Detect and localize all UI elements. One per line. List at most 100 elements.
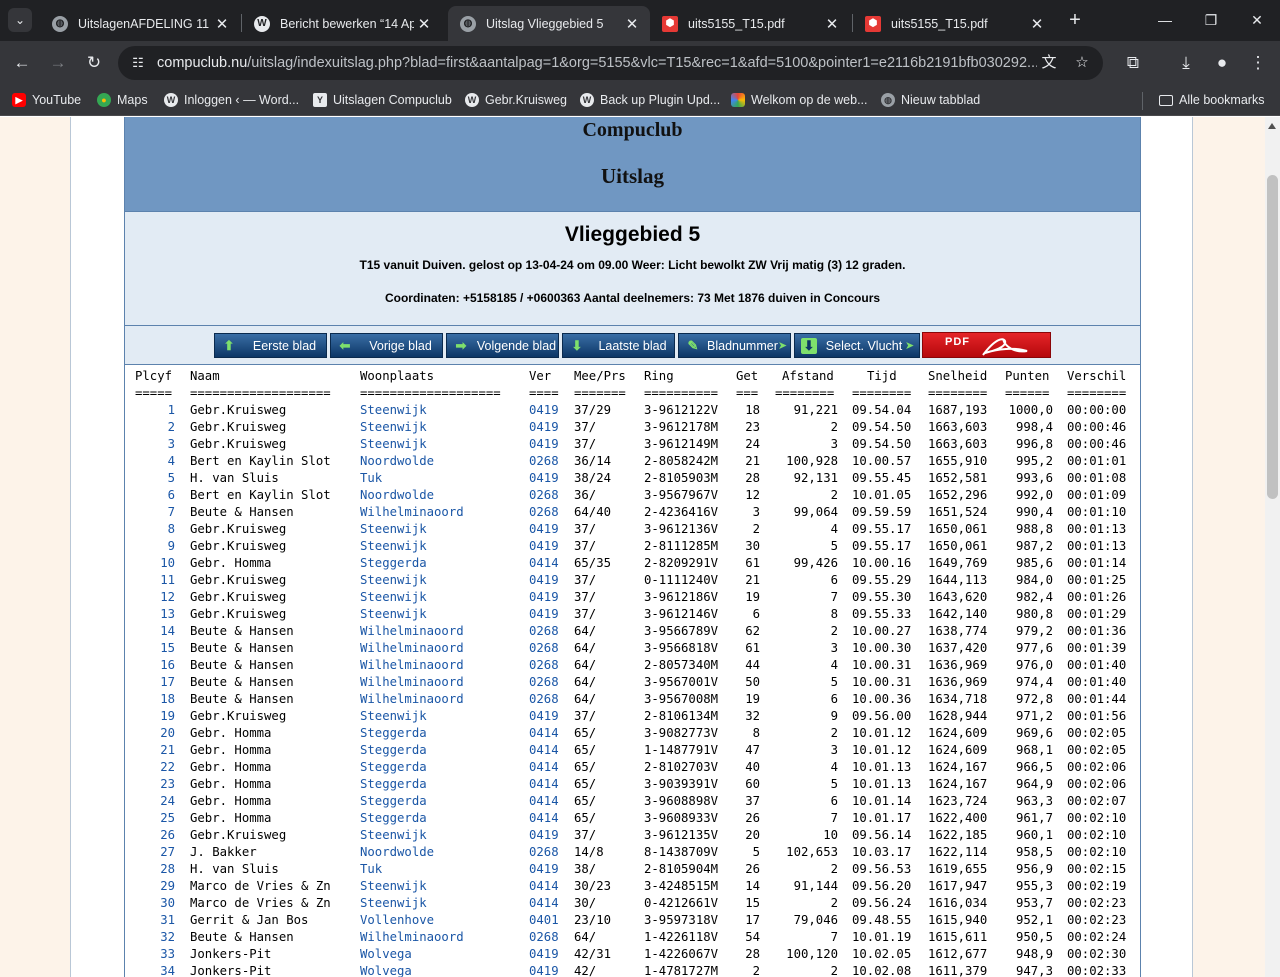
close-window-button[interactable]: ✕	[1245, 8, 1269, 32]
cell-woonplaats[interactable]: Steenwijk	[360, 827, 427, 844]
bookmark-inloggen[interactable]: W Inloggen ‹ — Word...	[164, 91, 299, 109]
bookmark-maps[interactable]: ● Maps	[97, 91, 148, 109]
close-icon[interactable]: ✕	[212, 15, 232, 33]
cell-vereniging[interactable]: 0419	[529, 521, 559, 538]
scroll-up-arrow-icon[interactable]	[1268, 123, 1276, 129]
bookmark-youtube[interactable]: ▶ YouTube	[12, 91, 81, 109]
cell-woonplaats[interactable]: Steggerda	[360, 725, 427, 742]
site-info-icon[interactable]: ☷	[130, 55, 146, 71]
cell-vereniging[interactable]: 0414	[529, 555, 559, 572]
close-icon[interactable]: ✕	[1027, 15, 1047, 33]
cell-vereniging[interactable]: 0268	[529, 657, 559, 674]
prev-page-button[interactable]: ⬅ Vorige blad	[330, 333, 443, 358]
cell-vereniging[interactable]: 0268	[529, 674, 559, 691]
cell-woonplaats[interactable]: Steenwijk	[360, 402, 427, 419]
select-flight-button[interactable]: ⬇ Select. Vlucht ➤	[794, 333, 920, 358]
cell-woonplaats[interactable]: Wilhelminaoord	[360, 640, 464, 657]
cell-woonplaats[interactable]: Tuk	[360, 861, 382, 878]
cell-vereniging[interactable]: 0419	[529, 606, 559, 623]
cell-vereniging[interactable]: 0268	[529, 844, 559, 861]
cell-woonplaats[interactable]: Wolvega	[360, 963, 412, 977]
downloads-button[interactable]: ⤓	[1174, 51, 1198, 75]
cell-vereniging[interactable]: 0419	[529, 436, 559, 453]
cell-woonplaats[interactable]: Steenwijk	[360, 708, 427, 725]
cell-vereniging[interactable]: 0419	[529, 470, 559, 487]
cell-woonplaats[interactable]: Steenwijk	[360, 572, 427, 589]
cell-woonplaats[interactable]: Wilhelminaoord	[360, 657, 464, 674]
cell-vereniging[interactable]: 0419	[529, 402, 559, 419]
cell-woonplaats[interactable]: Wilhelminaoord	[360, 674, 464, 691]
tab-uitslag-vlieggebied[interactable]: ◍ Uitslag Vlieggebied 5 ✕	[448, 6, 650, 41]
cell-vereniging[interactable]: 0414	[529, 742, 559, 759]
last-page-button[interactable]: ⬇ Laatste blad	[562, 333, 675, 358]
cell-woonplaats[interactable]: Steenwijk	[360, 538, 427, 555]
back-button[interactable]: ←	[10, 51, 34, 75]
cell-woonplaats[interactable]: Steggerda	[360, 776, 427, 793]
close-icon[interactable]: ✕	[414, 15, 434, 33]
cell-woonplaats[interactable]: Steenwijk	[360, 878, 427, 895]
vertical-scrollbar[interactable]	[1265, 117, 1280, 977]
tab-search-button[interactable]: ⌄	[8, 8, 32, 32]
tab-pdf-1[interactable]: ⬢ uits5155_T15.pdf ✕	[650, 6, 850, 41]
scrollbar-thumb[interactable]	[1267, 175, 1278, 499]
cell-woonplaats[interactable]: Steggerda	[360, 555, 427, 572]
cell-woonplaats[interactable]: Wilhelminaoord	[360, 623, 464, 640]
cell-vereniging[interactable]: 0414	[529, 895, 559, 912]
cell-woonplaats[interactable]: Noordwolde	[360, 453, 434, 470]
cell-woonplaats[interactable]: Steenwijk	[360, 895, 427, 912]
bookmark-backup-plugin[interactable]: W Back up Plugin Upd...	[580, 91, 720, 109]
cell-vereniging[interactable]: 0414	[529, 776, 559, 793]
translate-icon[interactable]: ⽂	[1040, 54, 1058, 72]
cell-vereniging[interactable]: 0419	[529, 963, 559, 977]
cell-vereniging[interactable]: 0419	[529, 589, 559, 606]
first-page-button[interactable]: ⬆ Eerste blad	[214, 333, 327, 358]
cell-vereniging[interactable]: 0419	[529, 538, 559, 555]
cell-vereniging[interactable]: 0419	[529, 946, 559, 963]
url-text[interactable]: compuclub.nu/uitslag/indexuitslag.php?bl…	[157, 55, 1037, 71]
menu-button[interactable]: ⋮	[1246, 51, 1270, 75]
cell-vereniging[interactable]: 0268	[529, 691, 559, 708]
tab-uitslagen-afdeling[interactable]: ◍ UitslagenAFDELING 11 ✕	[40, 6, 240, 41]
cell-woonplaats[interactable]: Steenwijk	[360, 436, 427, 453]
cell-woonplaats[interactable]: Wilhelminaoord	[360, 691, 464, 708]
cell-vereniging[interactable]: 0414	[529, 725, 559, 742]
bookmark-gebr-kruisweg[interactable]: W Gebr.Kruisweg	[465, 91, 567, 109]
profile-button[interactable]: ●	[1210, 51, 1234, 75]
cell-vereniging[interactable]: 0268	[529, 623, 559, 640]
next-page-button[interactable]: ➡ Volgende blad	[446, 333, 559, 358]
cell-woonplaats[interactable]: Steenwijk	[360, 606, 427, 623]
cell-woonplaats[interactable]: Steggerda	[360, 759, 427, 776]
cell-woonplaats[interactable]: Steggerda	[360, 793, 427, 810]
close-icon[interactable]: ✕	[822, 15, 842, 33]
new-tab-button[interactable]: +	[1065, 10, 1085, 30]
cell-vereniging[interactable]: 0419	[529, 708, 559, 725]
cell-vereniging[interactable]: 0401	[529, 912, 559, 929]
address-bar[interactable]: ☷ compuclub.nu/uitslag/indexuitslag.php?…	[118, 46, 1103, 80]
cell-woonplaats[interactable]: Steggerda	[360, 742, 427, 759]
reload-button[interactable]: ↻	[82, 51, 106, 75]
all-bookmarks-button[interactable]: Alle bookmarks	[1159, 91, 1264, 109]
cell-woonplaats[interactable]: Steenwijk	[360, 419, 427, 436]
bookmark-nieuw-tabblad[interactable]: ◍ Nieuw tabblad	[881, 91, 980, 109]
cell-woonplaats[interactable]: Noordwolde	[360, 844, 434, 861]
close-icon[interactable]: ✕	[622, 15, 642, 33]
cell-vereniging[interactable]: 0268	[529, 487, 559, 504]
forward-button[interactable]: →	[46, 51, 70, 75]
cell-vereniging[interactable]: 0268	[529, 929, 559, 946]
cell-vereniging[interactable]: 0414	[529, 878, 559, 895]
cell-vereniging[interactable]: 0419	[529, 827, 559, 844]
cell-vereniging[interactable]: 0268	[529, 504, 559, 521]
cell-woonplaats[interactable]: Wolvega	[360, 946, 412, 963]
cell-vereniging[interactable]: 0414	[529, 810, 559, 827]
restore-button[interactable]: ❐	[1199, 8, 1223, 32]
cell-woonplaats[interactable]: Wilhelminaoord	[360, 929, 464, 946]
page-number-button[interactable]: ✎ Bladnummer ➤	[678, 333, 791, 358]
bookmark-uitslagen-compuclub[interactable]: Y Uitslagen Compuclub	[313, 91, 452, 109]
cell-woonplaats[interactable]: Steenwijk	[360, 521, 427, 538]
cell-vereniging[interactable]: 0414	[529, 759, 559, 776]
cell-vereniging[interactable]: 0268	[529, 453, 559, 470]
minimize-button[interactable]: —	[1153, 8, 1177, 32]
cell-vereniging[interactable]: 0414	[529, 793, 559, 810]
tab-pdf-2[interactable]: ⬢ uits5155_T15.pdf ✕	[853, 6, 1055, 41]
cell-woonplaats[interactable]: Vollenhove	[360, 912, 434, 929]
